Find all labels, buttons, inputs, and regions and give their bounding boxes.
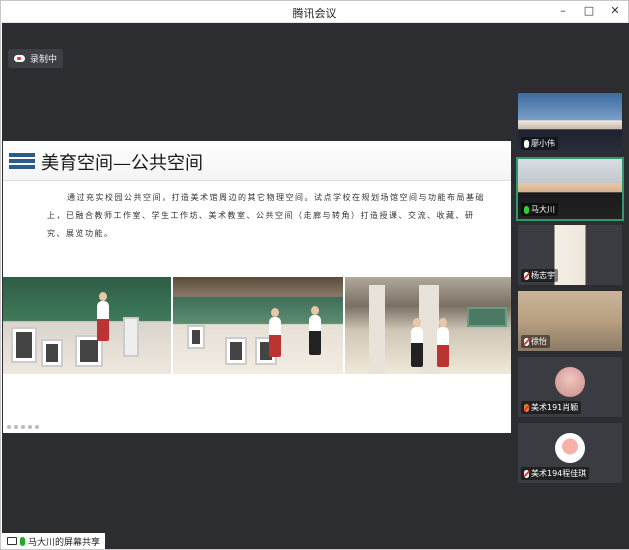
photo-art-classroom (173, 277, 343, 374)
microphone-muted-icon (524, 403, 529, 412)
screen-share-label[interactable]: 马大川的屏幕共享 (2, 533, 106, 549)
slide-header: 美育空间—公共空间 (3, 141, 511, 181)
microphone-muted-icon (524, 337, 529, 346)
minimize-button[interactable]: – (556, 4, 570, 17)
window-title: 腾讯会议 (292, 7, 337, 20)
participant-avatar (555, 433, 585, 463)
participant-name-tag: 廖小伟 (521, 137, 558, 150)
meeting-window: 腾讯会议 – □ ✕ 录制中 美育空间—公共空间 通过充实校园公共空间，打造美术… (0, 0, 629, 550)
photo-teacher-studio (3, 277, 171, 374)
shared-screen-area: 录制中 美育空间—公共空间 通过充实校园公共空间，打造美术馆周边的其它物理空间。… (2, 23, 512, 549)
participant-name-tag: 杨志宇 (521, 269, 558, 282)
participant-tile-speaking[interactable]: 马大川 (516, 157, 624, 221)
title-bar: 腾讯会议 – □ ✕ (1, 1, 628, 23)
recording-label: 录制中 (30, 55, 58, 65)
microphone-icon (524, 139, 529, 148)
participant-name-tag: 美术194程佳琪 (521, 467, 590, 480)
microphone-muted-icon (524, 469, 529, 478)
slide-photo-strip (3, 277, 511, 374)
slide-nav-dots (7, 425, 39, 429)
participant-tile[interactable]: 美术191肖颖 (518, 357, 622, 417)
maximize-button[interactable]: □ (582, 4, 596, 17)
cloud-record-icon (14, 55, 25, 62)
participant-name-tag: 徐怡 (521, 335, 550, 348)
participant-tile[interactable]: 美术194程佳琪 (518, 423, 622, 483)
microphone-active-icon (20, 536, 25, 546)
screen-share-text: 马大川的屏幕共享 (28, 537, 101, 548)
microphone-speaking-icon (524, 205, 529, 214)
participant-avatar (555, 367, 585, 397)
participant-name-tag: 美术191肖颖 (521, 401, 582, 414)
recording-indicator[interactable]: 录制中 (8, 49, 64, 68)
slide-body-text: 通过充实校园公共空间，打造美术馆周边的其它物理空间。试点学校在规划场馆空间与功能… (47, 193, 485, 238)
participant-tile[interactable]: 杨志宇 (518, 225, 622, 285)
participant-tile[interactable]: 廖小伟 (518, 93, 622, 153)
participant-tile[interactable]: 徐怡 (518, 291, 622, 351)
microphone-muted-icon (524, 271, 529, 280)
title-bars-icon (9, 153, 35, 169)
presentation-slide: 美育空间—公共空间 通过充实校园公共空间，打造美术馆周边的其它物理空间。试点学校… (3, 141, 511, 433)
slide-title: 美育空间—公共空间 (41, 153, 203, 174)
participant-name-tag: 马大川 (521, 203, 558, 216)
participant-panel: 廖小伟 马大川 杨志宇 徐怡 美术191肖颖 美术194程佳琪 (512, 23, 629, 549)
screen-share-icon (7, 537, 17, 545)
window-controls: – □ ✕ (556, 4, 622, 17)
photo-public-corridor (345, 277, 511, 374)
close-button[interactable]: ✕ (608, 4, 622, 17)
